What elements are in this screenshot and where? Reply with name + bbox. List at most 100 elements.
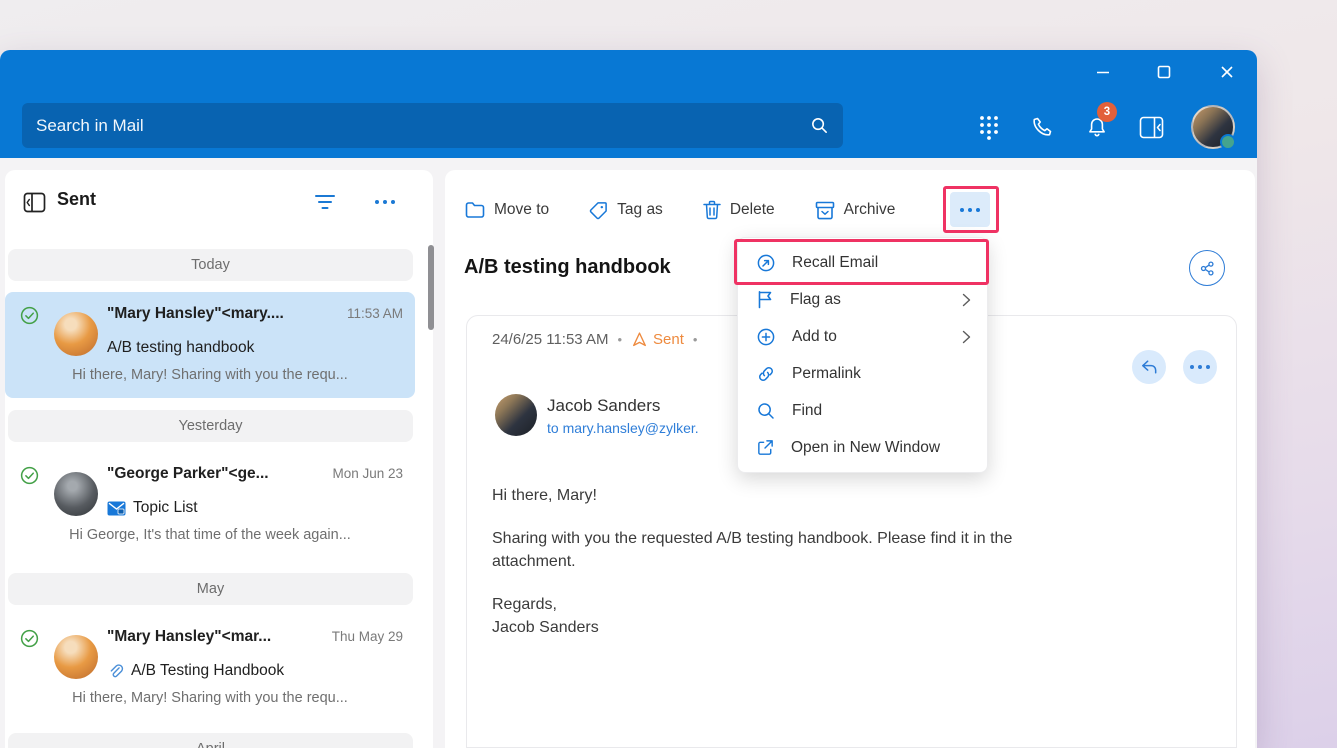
maximize-button[interactable] <box>1147 60 1181 84</box>
mail-app-window: 3 Sent <box>0 50 1257 748</box>
message-more-options-button[interactable] <box>1183 350 1217 384</box>
reply-icon <box>1142 360 1157 374</box>
body-signature: Jacob Sanders <box>492 619 599 636</box>
message-sender-name: Jacob Sanders <box>547 396 661 415</box>
menu-item-flag-as[interactable]: Flag as <box>738 281 987 318</box>
collapse-panel-button[interactable] <box>1136 112 1166 142</box>
ellipsis-icon <box>960 207 980 212</box>
dialpad-button[interactable] <box>974 112 1004 142</box>
mail-subject: A/B testing handbook <box>107 339 255 356</box>
online-status-dot <box>1220 134 1236 150</box>
message-recipient[interactable]: to mary.hansley@zylker. <box>547 420 699 436</box>
menu-item-permalink[interactable]: Permalink <box>738 355 987 392</box>
search-bar[interactable] <box>22 103 843 148</box>
add-circle-icon <box>757 328 775 345</box>
attachment-icon <box>107 663 124 680</box>
message-timestamp: 24/6/25 11:53 AM <box>492 331 609 348</box>
sent-folder-label: Sent <box>653 331 684 348</box>
avatar <box>54 312 98 356</box>
collapse-panel-icon <box>1139 116 1163 138</box>
menu-item-label: Open in New Window <box>791 438 941 456</box>
archive-icon <box>815 201 834 219</box>
menu-item-recall-email[interactable]: Recall Email <box>738 244 987 281</box>
group-header-today: Today <box>8 249 413 281</box>
mail-list-item[interactable]: "George Parker"<ge... Mon Jun 23 Topic L… <box>5 452 415 558</box>
folder-title: Sent <box>57 189 97 209</box>
message-subject: A/B testing handbook <box>464 256 671 278</box>
separator-dot <box>693 331 698 348</box>
list-scrollbar-thumb[interactable] <box>428 245 434 330</box>
separator-dot <box>617 331 622 348</box>
user-avatar[interactable] <box>1191 105 1236 150</box>
mail-list-item-selected[interactable]: "Mary Hansley"<mary.... 11:53 AM A/B tes… <box>5 292 415 398</box>
menu-item-add-to[interactable]: Add to <box>738 318 987 355</box>
reply-button[interactable] <box>1132 350 1166 384</box>
mail-list-header: Sent <box>5 170 433 236</box>
menu-item-label: Permalink <box>792 364 861 382</box>
collapse-folder-pane-button[interactable] <box>21 189 47 215</box>
recall-email-icon <box>757 254 775 271</box>
body-greeting: Hi there, Mary! <box>492 487 597 504</box>
sent-success-icon <box>20 306 39 325</box>
chevron-right-icon <box>962 293 971 306</box>
menu-item-find[interactable]: Find <box>738 392 987 429</box>
sender-name: "Mary Hansley"<mary.... <box>107 305 284 322</box>
sender-avatar <box>495 394 537 436</box>
filter-button[interactable] <box>312 189 338 215</box>
notification-count-badge: 3 <box>1097 102 1117 122</box>
move-to-button[interactable]: Move to <box>465 201 549 219</box>
ellipsis-icon <box>1190 365 1210 369</box>
phone-button[interactable] <box>1028 112 1058 142</box>
mail-list-item[interactable]: "Mary Hansley"<mar... Thu May 29 A/B Tes… <box>5 615 415 721</box>
mail-preview: Hi there, Mary! Sharing with you the req… <box>72 690 348 706</box>
send-icon <box>633 332 647 347</box>
secure-mail-icon <box>107 501 126 516</box>
archive-button[interactable]: Archive <box>815 201 896 220</box>
search-input[interactable] <box>36 115 810 136</box>
maximize-icon <box>1157 65 1171 79</box>
delete-button[interactable]: Delete <box>703 200 775 220</box>
menu-item-label: Find <box>792 401 823 419</box>
permalink-icon <box>759 366 773 381</box>
mail-list-panel: Sent Today "Mary Hansley"<mary.... 11:53… <box>5 170 433 748</box>
phone-icon <box>1033 117 1052 136</box>
close-button[interactable] <box>1210 60 1244 84</box>
sent-success-icon <box>20 629 39 648</box>
menu-item-open-in-new-window[interactable]: Open in New Window <box>738 429 987 466</box>
group-header-april: April <box>8 733 413 748</box>
flag-icon <box>758 291 772 309</box>
menu-item-label: Add to <box>792 327 837 345</box>
body-signoff: Regards, <box>492 596 557 613</box>
filter-icon <box>315 195 335 209</box>
open-in-new-window-icon <box>758 440 773 455</box>
minimize-icon <box>1097 71 1109 74</box>
share-icon <box>1200 260 1214 276</box>
avatar <box>54 635 98 679</box>
share-button[interactable] <box>1189 250 1225 286</box>
sender-name: "Mary Hansley"<mar... <box>107 628 272 645</box>
folder-icon <box>465 202 485 218</box>
mail-preview: Hi there, Mary! Sharing with you the req… <box>72 367 348 383</box>
mail-time: Thu May 29 <box>331 629 403 644</box>
list-more-options-button[interactable] <box>372 189 398 215</box>
archive-label: Archive <box>843 201 896 218</box>
find-icon <box>758 402 774 419</box>
tag-as-label: Tag as <box>617 201 663 218</box>
minimize-button[interactable] <box>1086 60 1120 84</box>
menu-item-label: Recall Email <box>792 253 879 271</box>
more-options-menu: Recall Email Flag as Add to Permalink Fi… <box>737 237 988 473</box>
mail-time: Mon Jun 23 <box>332 466 403 481</box>
search-icon[interactable] <box>810 116 829 135</box>
trash-icon <box>703 200 721 220</box>
mail-subject: A/B Testing Handbook <box>131 662 285 679</box>
group-header-may: May <box>8 573 413 605</box>
menu-item-label: Flag as <box>790 290 841 308</box>
message-toolbar: Move to Tag as Delete Archive <box>465 190 895 230</box>
sent-success-icon <box>20 466 39 485</box>
mail-time: 11:53 AM <box>346 306 403 321</box>
toolbar-more-options-button[interactable] <box>950 192 990 227</box>
move-to-label: Move to <box>494 201 550 218</box>
group-header-yesterday: Yesterday <box>8 410 413 442</box>
tag-as-button[interactable]: Tag as <box>589 201 663 220</box>
body-paragraph: Sharing with you the requested A/B testi… <box>492 530 1013 570</box>
